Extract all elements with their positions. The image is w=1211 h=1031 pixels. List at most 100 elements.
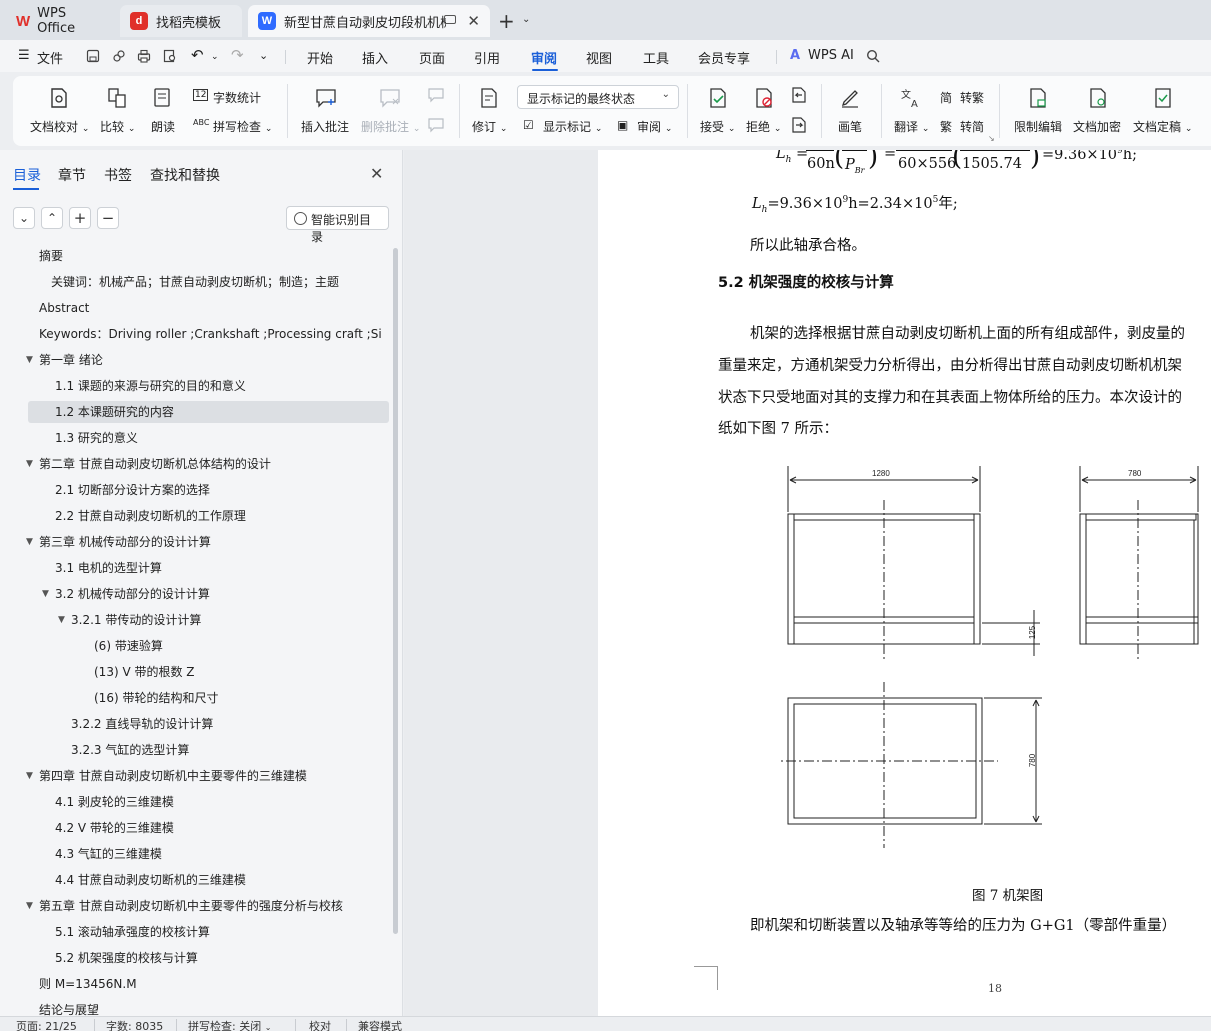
- track-changes-button[interactable]: 修订 ⌄: [472, 118, 507, 135]
- toc-item[interactable]: (6) 带速验算: [94, 635, 385, 657]
- add-heading-button[interactable]: +: [69, 207, 91, 229]
- delete-comment-button[interactable]: 删除批注 ⌄: [361, 118, 420, 135]
- tab-current-document[interactable]: W 新型甘蔗自动剥皮切段机机械 ✕: [248, 5, 490, 37]
- toc-item[interactable]: ▼ 第二章 甘蔗自动剥皮切断机总体结构的设计: [26, 453, 385, 475]
- menu-file[interactable]: 文件: [37, 48, 63, 67]
- toc-item[interactable]: 则 M=13456N.M: [39, 973, 385, 995]
- toc-item[interactable]: Abstract: [39, 297, 385, 319]
- toc-item[interactable]: 摘要: [39, 245, 385, 267]
- collapse-triangle-icon[interactable]: ▼: [26, 765, 33, 787]
- previous-comment-icon[interactable]: [427, 86, 445, 104]
- to-traditional-button[interactable]: 转繁: [960, 89, 984, 106]
- show-markup-button[interactable]: 显示标记 ⌄: [543, 118, 602, 135]
- previous-change-icon[interactable]: [790, 86, 808, 104]
- toc-item[interactable]: Keywords：Driving roller ;Crankshaft ;Pro…: [39, 323, 385, 345]
- toc-item[interactable]: 3.2.3 气缸的选型计算: [71, 739, 385, 761]
- toc-item[interactable]: 1.3 研究的意义: [55, 427, 385, 449]
- accept-button[interactable]: 接受 ⌄: [700, 118, 735, 135]
- toc-item[interactable]: 3.1 电机的选型计算: [55, 557, 385, 579]
- finalize-button[interactable]: 文档定稿 ⌄: [1133, 118, 1192, 135]
- menu-references[interactable]: 引用: [474, 48, 500, 67]
- expand-dialog-icon[interactable]: ↘: [988, 134, 995, 143]
- toc-item[interactable]: ▼ 3.2 机械传动部分的设计计算: [42, 583, 385, 605]
- toc-item[interactable]: 1.2 本课题研究的内容: [55, 401, 385, 423]
- menu-view[interactable]: 视图: [586, 48, 612, 67]
- chevron-down-icon[interactable]: ⌄: [522, 14, 530, 25]
- tab-find-replace[interactable]: 查找和替换: [150, 165, 220, 185]
- toc-item[interactable]: 4.4 甘蔗自动剥皮切断机的三维建模: [55, 869, 385, 891]
- word-count[interactable]: 字数: 8035: [106, 1018, 163, 1031]
- markup-state-select[interactable]: 显示标记的最终状态 ⌄: [517, 85, 679, 109]
- toc-item[interactable]: (16) 带轮的结构和尺寸: [94, 687, 385, 709]
- toc-scrollbar[interactable]: [393, 248, 398, 934]
- toc-item[interactable]: 1.1 课题的来源与研究的目的和意义: [55, 375, 385, 397]
- save-icon[interactable]: [86, 49, 100, 63]
- print-preview-icon[interactable]: [163, 49, 177, 63]
- document-page[interactable]: Lh = 60n ( PBr ) = 60×556 ( 1505.74 ) =9…: [598, 150, 1211, 1016]
- next-change-icon[interactable]: [790, 116, 808, 134]
- menu-review[interactable]: 审阅: [531, 48, 557, 67]
- toc-item[interactable]: (13) V 带的根数 Z: [94, 661, 385, 683]
- toc-item[interactable]: 2.1 切断部分设计方案的选择: [55, 479, 385, 501]
- toc-item[interactable]: ▼ 第五章 甘蔗自动剥皮切断机中主要零件的强度分析与校核: [26, 895, 385, 917]
- redo-icon[interactable]: ↷: [231, 46, 244, 64]
- menu-start[interactable]: 开始: [307, 48, 333, 67]
- remove-heading-button[interactable]: −: [97, 207, 119, 229]
- collapse-triangle-icon[interactable]: ▼: [26, 895, 33, 917]
- review-pane-button[interactable]: 审阅 ⌄: [637, 118, 672, 135]
- restrict-edit-button[interactable]: 限制编辑: [1014, 118, 1062, 135]
- tab-toc[interactable]: 目录: [13, 165, 41, 185]
- pen-button[interactable]: 画笔: [838, 118, 862, 135]
- hamburger-icon[interactable]: ☰: [18, 48, 30, 63]
- menu-wps-ai[interactable]: WPS AI: [808, 48, 854, 63]
- search-icon[interactable]: [866, 49, 880, 63]
- collapse-triangle-icon[interactable]: ▼: [58, 609, 65, 631]
- collapse-triangle-icon[interactable]: ▼: [26, 531, 33, 553]
- undo-icon[interactable]: ↶: [191, 46, 204, 64]
- toc-item[interactable]: ▼ 3.2.1 带传动的设计计算: [58, 609, 385, 631]
- wps-ai-icon[interactable]: A: [790, 48, 800, 63]
- word-count-button[interactable]: 字数统计: [213, 89, 261, 106]
- share-link-icon[interactable]: [112, 49, 126, 63]
- reject-button[interactable]: 拒绝 ⌄: [746, 118, 781, 135]
- next-comment-icon[interactable]: [427, 116, 445, 134]
- toc-item[interactable]: 4.3 气缸的三维建模: [55, 843, 385, 865]
- toc-item[interactable]: 4.2 V 带轮的三维建模: [55, 817, 385, 839]
- print-icon[interactable]: [137, 49, 151, 63]
- toc-item[interactable]: 5.2 机架强度的校核与计算: [55, 947, 385, 969]
- toc-item[interactable]: ▼ 第三章 机械传动部分的设计计算: [26, 531, 385, 553]
- page-indicator[interactable]: 页面: 21/25: [16, 1018, 77, 1031]
- menu-page[interactable]: 页面: [419, 48, 445, 67]
- chevron-down-icon[interactable]: ⌄: [211, 52, 219, 62]
- new-tab-icon[interactable]: +: [498, 9, 515, 33]
- toc-item[interactable]: 4.1 剥皮轮的三维建模: [55, 791, 385, 813]
- close-tab-icon[interactable]: ✕: [467, 12, 480, 30]
- translate-button[interactable]: 翻译 ⌄: [894, 118, 929, 135]
- to-simplified-button[interactable]: 转简: [960, 118, 984, 135]
- menu-tools[interactable]: 工具: [643, 48, 669, 67]
- tab-docer-templates[interactable]: d 找稻壳模板: [120, 5, 242, 37]
- spell-check-status[interactable]: 拼写检查: 关闭 ⌄: [188, 1018, 271, 1031]
- spell-check-button[interactable]: 拼写检查 ⌄: [213, 118, 272, 135]
- smart-toc-button[interactable]: 智能识别目录: [286, 206, 389, 244]
- insert-comment-button[interactable]: 插入批注: [301, 118, 349, 135]
- menu-insert[interactable]: 插入: [362, 48, 388, 67]
- collapse-triangle-icon[interactable]: ▼: [26, 349, 33, 371]
- proofread-status[interactable]: 校对: [309, 1018, 331, 1031]
- toc-item[interactable]: 关键词：机械产品；甘蔗自动剥皮切断机；制造；主题: [51, 271, 385, 293]
- toc-item[interactable]: ▼ 第四章 甘蔗自动剥皮切断机中主要零件的三维建模: [26, 765, 385, 787]
- collapse-triangle-icon[interactable]: ▼: [42, 583, 49, 605]
- collapse-triangle-icon[interactable]: ▼: [26, 453, 33, 475]
- menu-member[interactable]: 会员专享: [698, 48, 750, 67]
- read-aloud-button[interactable]: 朗读: [151, 118, 175, 135]
- tab-chapters[interactable]: 章节: [58, 165, 86, 185]
- collapse-all-button[interactable]: ⌃: [41, 207, 63, 229]
- toc-item[interactable]: 5.1 滚动轴承强度的校核计算: [55, 921, 385, 943]
- toc-item[interactable]: 2.2 甘蔗自动剥皮切断机的工作原理: [55, 505, 385, 527]
- encrypt-button[interactable]: 文档加密: [1073, 118, 1121, 135]
- toc-item[interactable]: 3.2.2 直线导轨的设计计算: [71, 713, 385, 735]
- compare-button[interactable]: 比较 ⌄: [100, 118, 135, 135]
- tab-wps-office[interactable]: W WPS Office: [6, 5, 114, 37]
- close-icon[interactable]: ✕: [370, 164, 383, 183]
- more-chevron-icon[interactable]: ⌄: [259, 49, 268, 62]
